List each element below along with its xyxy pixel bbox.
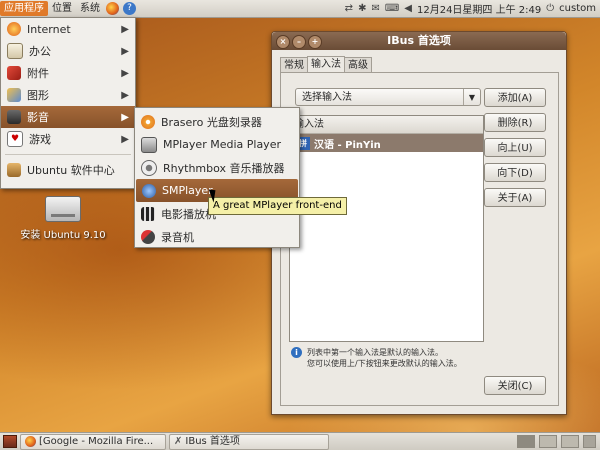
list-item-label: 汉语 - PinYin [314,139,381,151]
rhythmbox-icon [141,159,157,176]
move-down-button[interactable]: 向下(D) [484,163,546,182]
firefox-icon [25,436,36,447]
power-icon[interactable]: ⏻ [546,3,554,14]
games-icon: ♥ [7,131,23,147]
combo-value: 选择输入法 [302,92,352,103]
window-titlebar[interactable]: × – + IBus 首选项 [272,32,566,50]
submenu-item-sound-recorder[interactable]: 录音机 [135,225,299,248]
menu-item-games[interactable]: ♥ 游戏 ▶ [1,128,135,150]
bottom-panel: [Google - Mozilla Fire... ✗ IBus 首选项 [0,432,600,450]
applications-dropdown: Internet ▶ 办公 ▶ 附件 ▶ 图形 ▶ 影音 ▶ ♥ 游戏 ▶ Ub… [0,17,136,189]
install-ubuntu-desktop-icon[interactable]: 安装 Ubuntu 9.10 [18,196,108,241]
tab-input-method[interactable]: 输入法 [307,56,345,73]
chevron-right-icon: ▶ [121,133,129,145]
submenu-item-rhythmbox[interactable]: Rhythmbox 音乐播放器 [135,156,299,179]
smplayer-icon [142,183,156,198]
menu-item-office[interactable]: 办公 ▶ [1,40,135,62]
menu-item-internet[interactable]: Internet ▶ [1,18,135,40]
film-icon [141,206,155,221]
firefox-launcher-icon[interactable] [106,2,119,15]
workspace-2[interactable] [539,435,557,448]
note-line-1: 列表中第一个输入法是默认的输入法。 [307,348,443,357]
submenu-item-mplayer[interactable]: MPlayer Media Player [135,133,299,156]
chevron-down-icon: ▼ [463,89,480,105]
move-up-button[interactable]: 向上(U) [484,138,546,157]
keyboard-icon[interactable]: ⌨ [385,3,399,14]
chevron-right-icon: ▶ [121,23,129,35]
mail-icon[interactable]: ✉ [371,3,379,14]
clock[interactable]: 12月24日星期四 上午 2:49 [417,1,541,16]
list-item[interactable]: 拼 汉语 - PinYin [290,134,483,152]
chevron-right-icon: ▶ [121,45,129,57]
accessories-icon [7,66,21,80]
close-button[interactable]: 关闭(C) [484,376,546,395]
bluetooth-icon[interactable]: ✱ [358,3,366,14]
workspace-3[interactable] [561,435,579,448]
drive-icon [45,196,81,222]
chevron-right-icon: ▶ [121,89,129,101]
multimedia-icon [7,110,21,124]
submenu-item-brasero[interactable]: Brasero 光盘刻录器 [135,110,299,133]
places-menu[interactable]: 位置 [48,1,76,16]
system-menu[interactable]: 系统 [76,1,104,16]
applications-menu[interactable]: 应用程序 [0,1,48,16]
top-panel-tray: ⇄ ✱ ✉ ⌨ ◀ 12月24日星期四 上午 2:49 ⏻ custom [345,1,600,16]
about-button[interactable]: 关于(A) [484,188,546,207]
disc-icon [141,114,155,129]
close-icon[interactable]: × [276,35,290,49]
chevron-right-icon: ▶ [121,111,129,123]
help-note: i 列表中第一个输入法是默认的输入法。 您可以使用上/下按钮来更改默认的输入法。 [291,347,491,369]
input-method-combo[interactable]: 选择输入法 ▼ [295,88,481,106]
globe-icon [7,22,21,36]
minimize-icon[interactable]: – [292,35,306,49]
trash-icon[interactable] [583,435,596,448]
menu-item-multimedia[interactable]: 影音 ▶ [1,106,135,128]
mplayer-icon [141,136,157,153]
software-center-icon [7,163,21,177]
menu-item-software-center[interactable]: Ubuntu 软件中心 [1,159,135,181]
workspace-switcher [517,435,600,448]
list-column-header[interactable]: 输入法 [290,116,483,134]
info-icon: i [291,347,302,358]
show-desktop-icon[interactable] [3,435,17,448]
help-icon[interactable]: ? [123,2,136,15]
user-menu[interactable]: custom [559,3,596,14]
remove-button[interactable]: 删除(R) [484,113,546,132]
graphics-icon [7,88,21,102]
tab-general[interactable]: 常规 [280,57,308,73]
add-button[interactable]: 添加(A) [484,88,546,107]
smplayer-tooltip: A great MPlayer front-end [208,197,347,215]
tab-advanced[interactable]: 高级 [344,57,372,73]
microphone-icon [141,229,155,244]
office-icon [7,43,23,59]
chevron-right-icon: ▶ [121,67,129,79]
input-method-panel: 选择输入法 ▼ 输入法 拼 汉语 - PinYin 添加(A) 删除(R) 向上… [280,72,559,406]
note-line-2: 您可以使用上/下按钮来更改默认的输入法。 [307,359,462,368]
maximize-icon[interactable]: + [308,35,322,49]
menu-separator [5,154,131,155]
menu-item-graphics[interactable]: 图形 ▶ [1,84,135,106]
input-method-list[interactable]: 输入法 拼 汉语 - PinYin [289,115,484,342]
top-panel: 应用程序 位置 系统 ? ⇄ ✱ ✉ ⌨ ◀ 12月24日星期四 上午 2:49… [0,0,600,18]
ibus-preferences-window: × – + IBus 首选项 常规 输入法 高级 选择输入法 ▼ 输入法 拼 汉… [271,31,567,415]
menu-item-accessories[interactable]: 附件 ▶ [1,62,135,84]
volume-icon[interactable]: ◀ [404,3,412,14]
desktop-icon-label: 安装 Ubuntu 9.10 [20,230,106,241]
taskbar-item-firefox[interactable]: [Google - Mozilla Fire... [20,433,166,450]
ibus-icon: ✗ [174,435,183,447]
network-icon[interactable]: ⇄ [345,3,353,14]
window-title: IBus 首选项 [387,34,451,47]
workspace-1[interactable] [517,435,535,448]
taskbar-item-ibus[interactable]: ✗ IBus 首选项 [169,433,329,450]
multimedia-submenu: Brasero 光盘刻录器 MPlayer Media Player Rhyth… [134,107,300,248]
